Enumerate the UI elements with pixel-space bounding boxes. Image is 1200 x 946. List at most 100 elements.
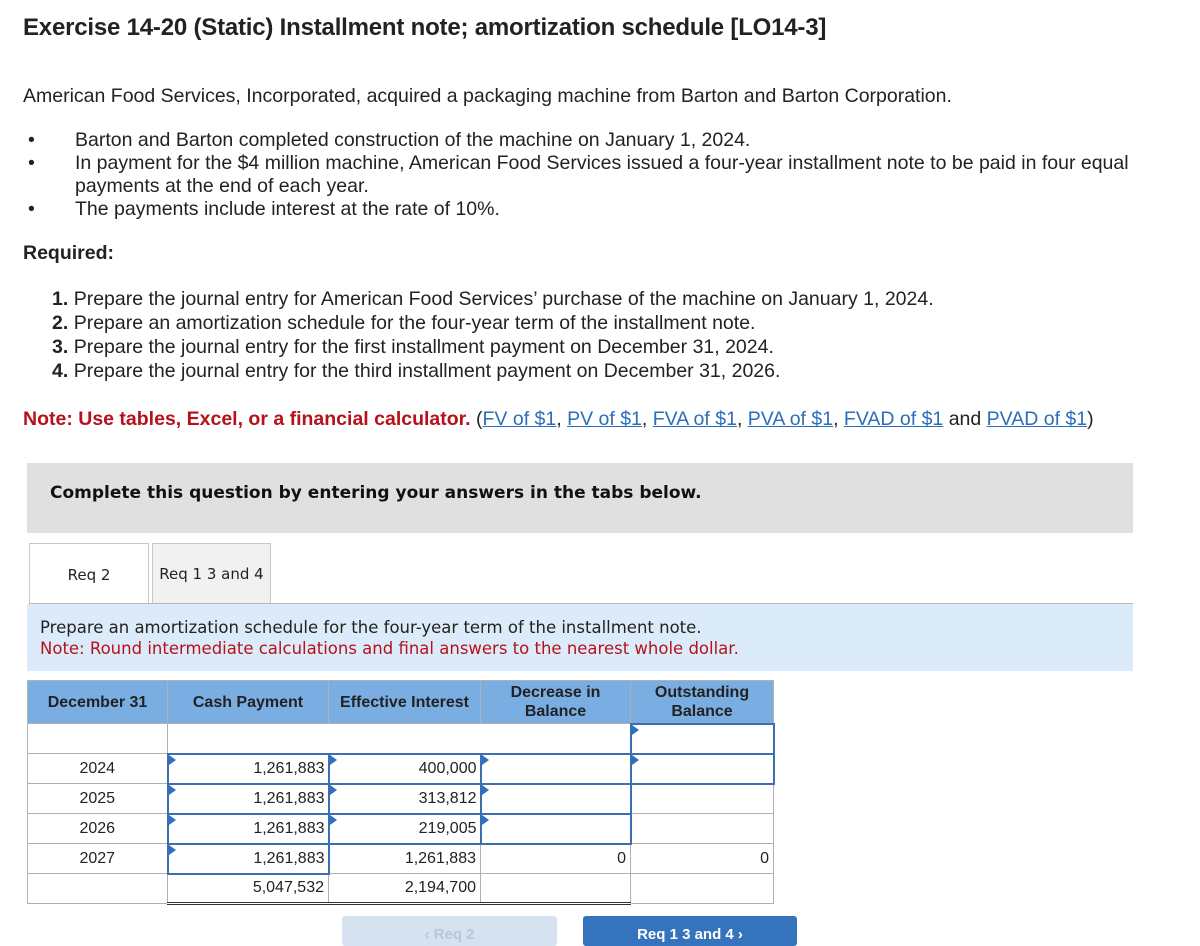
tab-req-2[interactable]: Req 2 [29, 543, 149, 605]
prev-req-button[interactable]: ‹ Req 2 [342, 916, 557, 946]
decrease-in-balance-input[interactable] [479, 782, 632, 815]
cash-payment-input[interactable]: 1,261,883 [166, 752, 330, 785]
cell-empty [27, 873, 168, 904]
requirement-item: 3. Prepare the journal entry for the fir… [52, 335, 934, 359]
table-row: 2024 1,261,883 400,000 [27, 752, 775, 785]
next-req-button[interactable]: Req 1 3 and 4 › [583, 916, 797, 946]
instruction-text: Prepare an amortization schedule for the… [40, 618, 702, 637]
fact-text: Barton and Barton completed construction… [75, 129, 751, 151]
input-marker-icon [481, 784, 489, 795]
initial-outstanding-balance-input[interactable] [629, 722, 775, 755]
fact-item: In payment for the $4 million machine, A… [28, 152, 1198, 198]
input-value: 1,261,883 [253, 849, 325, 867]
separator: , [736, 408, 748, 430]
total-effective-interest: 2,194,700 [328, 873, 481, 905]
effective-interest-input[interactable]: 400,000 [327, 752, 482, 785]
input-marker-icon [631, 754, 639, 765]
header-row: December 31 Cash Payment Effective Inter… [27, 680, 774, 724]
requirement-text: Prepare the journal entry for the third … [73, 360, 781, 382]
cell-empty [328, 723, 481, 754]
input-value: 1,261,883 [253, 819, 325, 837]
table-row: 2025 1,261,883 313,812 [27, 782, 774, 815]
header-effective-interest: Effective Interest [328, 680, 481, 724]
input-value: 1,261,883 [253, 789, 325, 807]
effective-interest-input[interactable]: 219,005 [327, 812, 482, 845]
input-marker-icon [329, 814, 337, 825]
outstanding-balance-input[interactable] [629, 752, 775, 785]
decrease-in-balance-input[interactable] [479, 752, 632, 785]
cell-year: 2025 [27, 783, 168, 814]
separator: , [641, 408, 653, 430]
exercise-title: Exercise 14-20 (Static) Installment note… [23, 14, 827, 41]
paren-close: ) [1087, 408, 1094, 430]
requirement-item: 2. Prepare an amortization schedule for … [52, 311, 934, 335]
link-fva[interactable]: FVA of $1 [653, 408, 737, 430]
link-pv[interactable]: PV of $1 [567, 408, 642, 430]
cell-year: 2024 [27, 753, 168, 784]
header-line: Decrease in [510, 684, 601, 701]
input-marker-icon [329, 754, 337, 765]
tab-instructions: Prepare an amortization schedule for the… [27, 604, 1133, 671]
cell-outstanding-balance [630, 783, 774, 814]
cell-year: 2027 [27, 843, 168, 874]
input-marker-icon [168, 784, 176, 795]
input-marker-icon [168, 844, 176, 855]
requirement-item: 4. Prepare the journal entry for the thi… [52, 359, 934, 383]
input-marker-icon [631, 724, 639, 735]
cash-payment-input[interactable]: 1,261,883 [166, 782, 330, 815]
requirement-text: Prepare the journal entry for the first … [73, 336, 774, 358]
link-pva[interactable]: PVA of $1 [748, 408, 833, 430]
fact-item: The payments include interest at the rat… [28, 198, 1198, 221]
cell-year: 2026 [27, 813, 168, 844]
requirement-number: 3. [52, 336, 69, 358]
header-outstanding-balance: Outstanding Balance [630, 680, 774, 724]
requirement-number: 4. [52, 360, 69, 382]
cell-empty [167, 723, 329, 754]
link-pvad[interactable]: PVAD of $1 [987, 408, 1087, 430]
requirement-text: Prepare an amortization schedule for the… [73, 312, 756, 334]
cell-empty [27, 723, 168, 754]
table-row: 2027 1,261,883 1,261,883 0 0 [27, 842, 774, 875]
decrease-in-balance-input[interactable] [479, 812, 632, 845]
input-value: 219,005 [418, 819, 477, 837]
intro-text: American Food Services, Incorporated, ac… [23, 85, 952, 107]
cash-payment-input[interactable]: 1,261,883 [166, 842, 330, 875]
requirement-number: 1. [52, 288, 69, 310]
fact-text: The payments include interest at the rat… [75, 198, 500, 220]
amortization-schedule: December 31 Cash Payment Effective Inter… [27, 680, 775, 905]
cell-outstanding-balance [630, 813, 774, 844]
header-december-31: December 31 [27, 680, 168, 724]
link-fv[interactable]: FV of $1 [483, 408, 557, 430]
cash-payment-input[interactable]: 1,261,883 [166, 812, 330, 845]
input-value: 313,812 [418, 789, 477, 807]
input-marker-icon [168, 754, 176, 765]
requirement-text: Prepare the journal entry for American F… [73, 288, 934, 310]
header-decrease-in-balance: Decrease in Balance [480, 680, 631, 724]
separator: , [833, 408, 844, 430]
note-bold: Note: Use tables, Excel, or a financial … [23, 408, 471, 430]
totals-row: 5,047,532 2,194,700 [27, 873, 774, 905]
separator: , [556, 408, 568, 430]
header-cash-payment: Cash Payment [167, 680, 329, 724]
tab-req-1-3-and-4[interactable]: Req 1 3 and 4 [152, 543, 271, 604]
rounding-note: Note: Round intermediate calculations an… [40, 639, 739, 658]
requirement-number: 2. [52, 312, 69, 334]
cell-empty [630, 873, 774, 904]
requirements-list: 1. Prepare the journal entry for America… [52, 287, 934, 383]
link-fvad[interactable]: FVAD of $1 [844, 408, 943, 430]
requirement-item: 1. Prepare the journal entry for America… [52, 287, 934, 311]
conjunction: and [943, 408, 987, 430]
fact-text: In payment for the $4 million machine, A… [75, 152, 1129, 197]
required-heading: Required: [23, 242, 115, 264]
paren-open: ( [470, 408, 483, 430]
cell-decrease-in-balance: 0 [480, 843, 631, 874]
input-value: 1,261,883 [253, 759, 325, 777]
cell-outstanding-balance: 0 [630, 843, 774, 874]
calculator-note: Note: Use tables, Excel, or a financial … [23, 408, 1094, 431]
cell-empty [480, 723, 631, 754]
cell-effective-interest: 1,261,883 [328, 843, 481, 874]
header-line: Outstanding [654, 683, 750, 701]
complete-prompt: Complete this question by entering your … [50, 483, 702, 503]
header-line: Balance [671, 702, 733, 720]
effective-interest-input[interactable]: 313,812 [327, 782, 482, 815]
